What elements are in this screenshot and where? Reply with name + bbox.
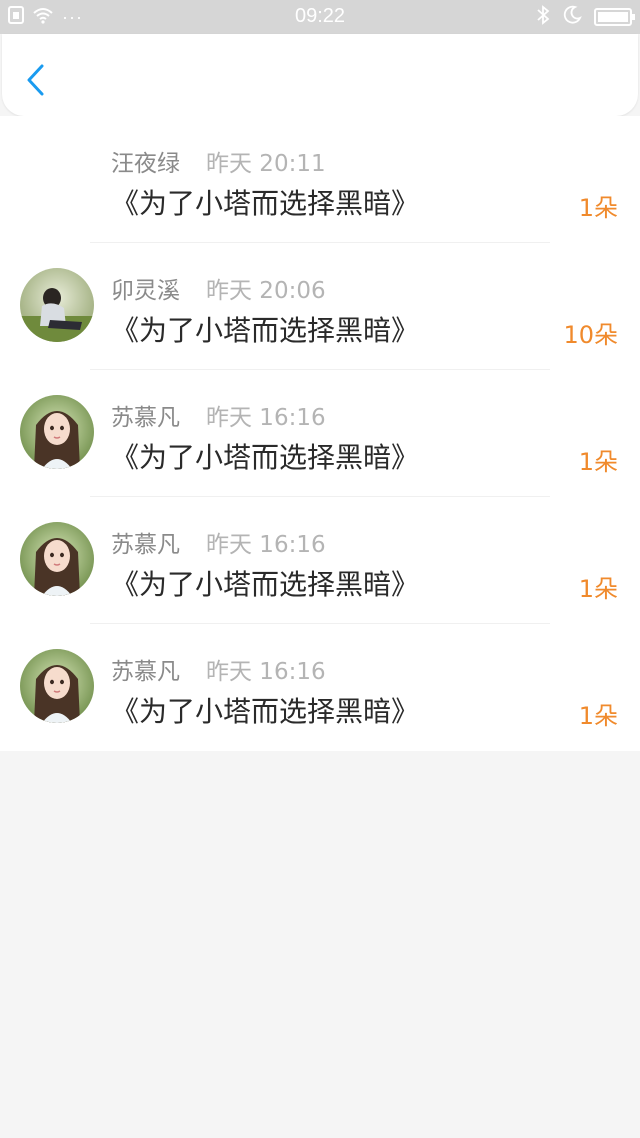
book-title[interactable]: 《为了小塔而选择黑暗》 [111,563,419,603]
flower-count: 1朵 [578,194,618,222]
back-button[interactable] [20,62,50,98]
gift-list-item[interactable]: 卯灵溪 昨天 20:06 《为了小塔而选择黑暗》 10朵 [0,243,640,370]
nav-bar [2,34,638,116]
status-bar: ··· 09:22 [0,0,640,34]
status-right-icons [536,4,635,30]
gift-time: 昨天 20:11 [206,151,326,177]
sender-name[interactable]: 卯灵溪 [111,271,180,305]
gift-time: 昨天 16:16 [206,659,326,685]
gift-list-item[interactable]: 苏慕凡 昨天 16:16 《为了小塔而选择黑暗》 1朵 [0,497,640,624]
avatar[interactable] [20,649,94,723]
gift-list-item[interactable]: 汪夜绿 昨天 20:11 《为了小塔而选择黑暗》 1朵 [0,116,640,243]
sender-name[interactable]: 汪夜绿 [111,144,180,178]
book-title[interactable]: 《为了小塔而选择黑暗》 [111,309,419,349]
flower-count: 1朵 [578,448,618,476]
flower-count: 10朵 [563,321,618,349]
sender-name[interactable]: 苏慕凡 [111,652,180,686]
sender-name[interactable]: 苏慕凡 [111,525,180,559]
gift-list-item[interactable]: 苏慕凡 昨天 16:16 《为了小塔而选择黑暗》 1朵 [0,624,640,751]
flower-count: 1朵 [578,575,618,603]
gift-list: 汪夜绿 昨天 20:11 《为了小塔而选择黑暗》 1朵 卯灵溪 昨天 20:06 《为了小塔… [0,116,640,751]
flower-count: 1朵 [578,702,618,730]
moon-icon [562,5,582,30]
gift-time: 昨天 20:06 [206,278,326,304]
sender-name[interactable]: 苏慕凡 [111,398,180,432]
avatar[interactable] [20,268,94,342]
battery-fill [598,12,628,22]
chevron-left-icon [27,64,44,96]
avatar[interactable] [20,395,94,469]
battery-icon [594,8,635,26]
book-title[interactable]: 《为了小塔而选择黑暗》 [111,182,419,222]
bluetooth-icon [536,4,550,30]
book-title[interactable]: 《为了小塔而选择黑暗》 [111,436,419,476]
avatar[interactable] [20,522,94,596]
gift-time: 昨天 16:16 [206,532,326,558]
book-title[interactable]: 《为了小塔而选择黑暗》 [111,690,419,730]
gift-list-item[interactable]: 苏慕凡 昨天 16:16 《为了小塔而选择黑暗》 1朵 [0,370,640,497]
gift-time: 昨天 16:16 [206,405,326,431]
